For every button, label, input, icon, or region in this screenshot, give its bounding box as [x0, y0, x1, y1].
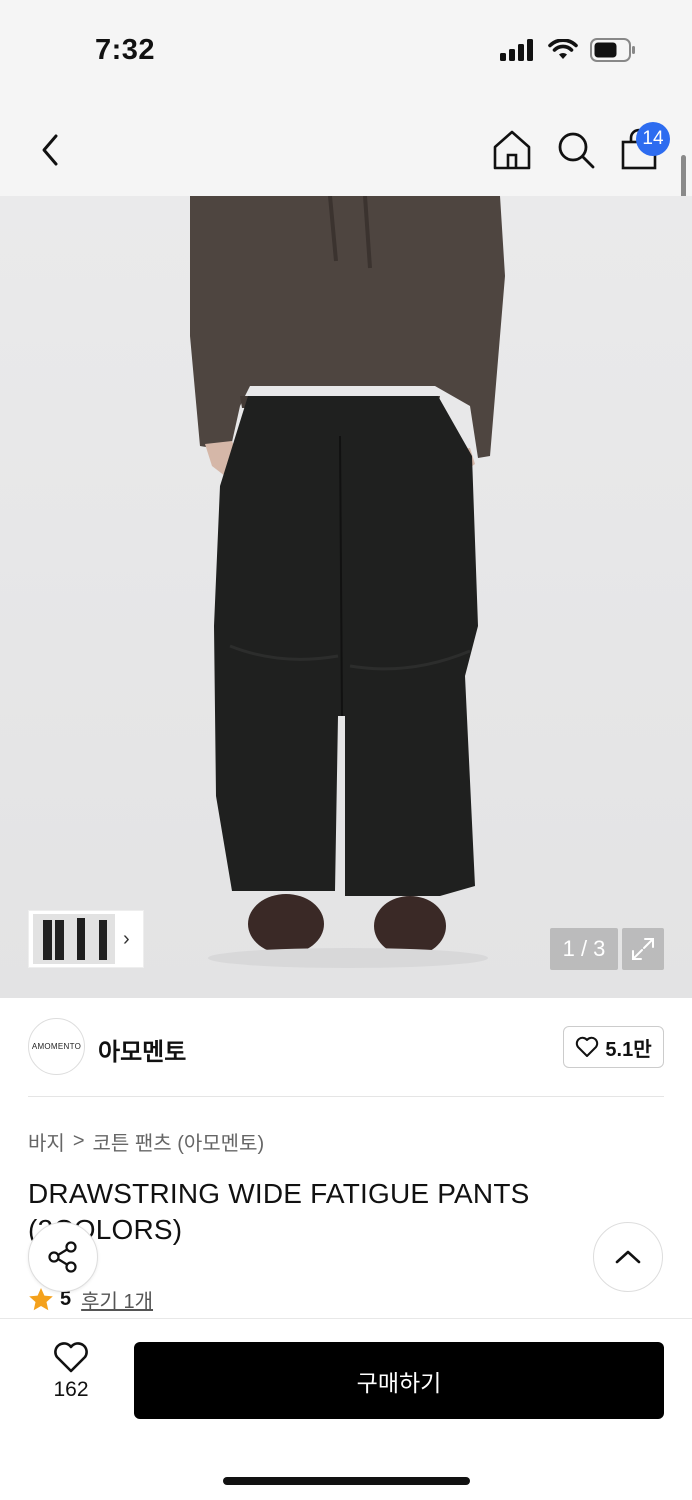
star-icon	[29, 1288, 53, 1311]
wishlist-count: 162	[53, 1378, 89, 1401]
search-icon	[558, 132, 595, 169]
wifi-icon	[548, 39, 578, 59]
status-bar: 7:32	[0, 0, 692, 100]
cart-count-badge: 14	[636, 122, 670, 156]
heart-icon	[576, 1036, 599, 1057]
chevron-left-icon	[42, 134, 58, 166]
brand-like-count: 5.1만	[605, 1038, 652, 1061]
image-page-counter: 1 / 3	[550, 928, 618, 970]
signal-icon	[500, 39, 533, 61]
image-thumbnail-strip[interactable]: ›	[28, 910, 144, 968]
review-count-link[interactable]: 후기 1개	[81, 1285, 153, 1314]
heart-icon	[54, 1342, 88, 1373]
chevron-up-icon	[615, 1250, 641, 1264]
breadcrumb: 바지 > 코튼 팬츠 (아모멘토)	[28, 1127, 264, 1156]
thumbnail-next-icon: ›	[123, 927, 130, 950]
product-photo	[0, 196, 692, 998]
home-button[interactable]	[490, 128, 534, 172]
scroll-to-top-button[interactable]	[593, 1222, 663, 1292]
rating-summary: 5 후기 1개	[28, 1285, 153, 1314]
brand-logo[interactable]: AMOMENTO	[28, 1018, 85, 1075]
home-icon	[493, 130, 531, 170]
breadcrumb-subcategory[interactable]: 코튼 팬츠 (아모멘토)	[93, 1127, 265, 1156]
buy-button[interactable]: 구매하기	[134, 1342, 664, 1419]
expand-icon	[632, 938, 654, 960]
back-button[interactable]	[30, 128, 70, 172]
breadcrumb-separator: >	[72, 1130, 85, 1152]
share-button[interactable]	[28, 1222, 98, 1292]
product-title: DRAWSTRING WIDE FATIGUE PANTS (2COLORS)	[28, 1178, 530, 1245]
search-button[interactable]	[554, 128, 598, 172]
brand-like-button[interactable]: 5.1만	[563, 1026, 664, 1068]
share-icon	[48, 1241, 77, 1273]
breadcrumb-category[interactable]: 바지	[28, 1127, 65, 1156]
expand-image-button[interactable]	[622, 928, 664, 970]
status-time: 7:32	[95, 34, 156, 66]
product-image[interactable]	[0, 196, 692, 998]
battery-icon	[590, 38, 635, 62]
thumbnail-image	[33, 914, 115, 964]
brand-name[interactable]: 아모멘토	[98, 1032, 186, 1067]
wishlist-button[interactable]: 162	[40, 1342, 102, 1414]
divider	[28, 1096, 664, 1097]
home-indicator	[223, 1477, 470, 1485]
top-nav-bar	[0, 100, 692, 196]
status-icons	[500, 38, 636, 62]
